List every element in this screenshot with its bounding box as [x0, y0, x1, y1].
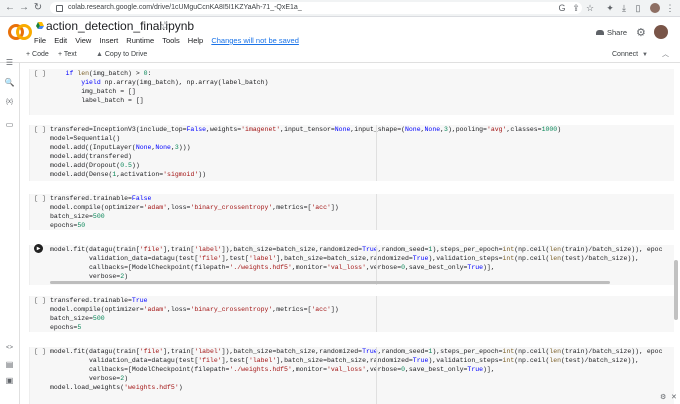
settings-gear-icon[interactable]: ⚙ [636, 27, 646, 39]
menu-tools[interactable]: Tools [162, 36, 180, 45]
left-sidebar: ☰ 🔍 {x} ▭ <> ▤ ▣ [0, 58, 20, 404]
menu-bar: File Edit View Insert Runtime Tools Help… [34, 35, 305, 47]
menu-insert[interactable]: Insert [99, 36, 118, 45]
ruler-line [376, 245, 377, 285]
unsaved-changes-link[interactable]: Changes will not be saved [211, 36, 299, 45]
extensions-icon[interactable]: ✦ [604, 2, 616, 14]
notebook-title[interactable]: action_detection_final.ipynb [46, 19, 194, 33]
code-cell-source[interactable]: transfered.trainable=False model.compile… [50, 194, 339, 230]
ruler-line [376, 125, 377, 181]
bookmark-icon[interactable]: ☆ [584, 2, 596, 14]
user-avatar[interactable] [654, 25, 668, 39]
drive-small-icon: ▲ [96, 51, 105, 58]
code-cell-source[interactable]: transfered=InceptionV3(include_top=False… [50, 125, 561, 179]
connect-button[interactable]: Connect [612, 48, 638, 62]
menu-runtime[interactable]: Runtime [126, 36, 154, 45]
menu-file[interactable]: File [34, 36, 46, 45]
colab-logo[interactable] [8, 24, 32, 40]
drive-icon [36, 22, 44, 29]
menu-help[interactable]: Help [188, 36, 203, 45]
files-icon[interactable]: ▭ [4, 119, 15, 130]
ruler-line [376, 347, 377, 404]
code-cell[interactable]: [ ] if len(img_batch) > 0: yield np.arra… [29, 69, 674, 115]
star-icon[interactable]: ☆ [160, 19, 170, 33]
browser-toolbar: ← → ↻ colab.research.google.com/drive/1c… [0, 0, 680, 17]
lock-icon [56, 5, 63, 12]
download-icon[interactable]: ⤓ [618, 2, 630, 14]
sidepanel-icon[interactable]: ▯ [632, 2, 644, 14]
reload-icon[interactable]: ↻ [32, 2, 44, 14]
close-icon[interactable]: ✕ [671, 394, 677, 402]
menu-edit[interactable]: Edit [54, 36, 67, 45]
run-cell-button[interactable]: [ ] [33, 125, 47, 134]
collapse-header-icon[interactable]: ︿ [662, 48, 669, 62]
variables-icon[interactable]: {x} [4, 97, 15, 108]
code-cell-source[interactable]: model.fit(datagu(train['file'],train['la… [50, 347, 662, 392]
code-cell[interactable]: ▶ model.fit(datagu(train['file'],train['… [29, 244, 674, 285]
notebook-toolbar: + Code + Text ▲ Copy to Drive Connect ▼ … [0, 48, 680, 63]
vertical-scrollbar[interactable] [674, 260, 678, 320]
notebook-content: [ ] if len(img_batch) > 0: yield np.arra… [20, 63, 680, 404]
ruler-line [376, 194, 377, 230]
back-icon[interactable]: ← [4, 2, 16, 14]
code-cell[interactable]: [ ] transfered=InceptionV3(include_top=F… [29, 125, 674, 181]
share-button[interactable]: Share [596, 27, 627, 39]
copy-to-drive-label: Copy to Drive [104, 51, 148, 58]
search-icon[interactable]: 🔍 [4, 77, 15, 88]
chevron-down-icon[interactable]: ▼ [642, 48, 648, 62]
forward-icon[interactable]: → [18, 2, 30, 14]
address-bar[interactable]: colab.research.google.com/drive/1cUMguCc… [50, 2, 582, 14]
run-cell-button[interactable]: [ ] [33, 347, 47, 356]
menu-view[interactable]: View [75, 36, 91, 45]
code-cell-source[interactable]: if len(img_batch) > 0: yield np.array(im… [50, 69, 269, 105]
command-palette-icon[interactable]: ▤ [4, 359, 15, 370]
code-cell[interactable]: [ ] model.fit(datagu(train['file'],train… [29, 347, 674, 404]
run-cell-button[interactable]: [ ] [33, 69, 47, 78]
status-settings-icon[interactable]: ⚙ [660, 394, 666, 402]
code-cell[interactable]: [ ] transfered.trainable=False model.com… [29, 194, 674, 230]
code-snippets-icon[interactable]: <> [4, 343, 15, 354]
share-page-icon[interactable]: ⇪ [570, 2, 582, 14]
share-label: Share [607, 28, 628, 37]
run-cell-play-icon[interactable]: ▶ [34, 244, 43, 253]
code-cell-source[interactable]: transfered.trainable=True model.compile(… [50, 296, 339, 332]
people-icon [596, 30, 604, 35]
google-icon[interactable]: G [556, 2, 568, 14]
more-menu-icon[interactable]: ⋮ [664, 2, 676, 14]
terminal-icon[interactable]: ▣ [4, 375, 15, 386]
horizontal-scrollbar[interactable] [50, 281, 610, 284]
ruler-line [376, 296, 377, 332]
add-text-button[interactable]: + Text [58, 48, 77, 62]
run-cell-button[interactable]: [ ] [33, 194, 47, 203]
url-text: colab.research.google.com/drive/1cUMguCc… [68, 4, 302, 11]
copy-to-drive-button[interactable]: ▲ Copy to Drive [96, 48, 147, 62]
code-cell-source[interactable]: model.fit(datagu(train['file'],train['la… [50, 245, 662, 281]
browser-avatar[interactable] [650, 3, 660, 13]
run-cell-button[interactable]: [ ] [33, 296, 47, 305]
add-code-button[interactable]: + Code [26, 48, 49, 62]
code-cell[interactable]: [ ] transfered.trainable=True model.comp… [29, 296, 674, 332]
table-of-contents-icon[interactable]: ☰ [4, 57, 15, 68]
